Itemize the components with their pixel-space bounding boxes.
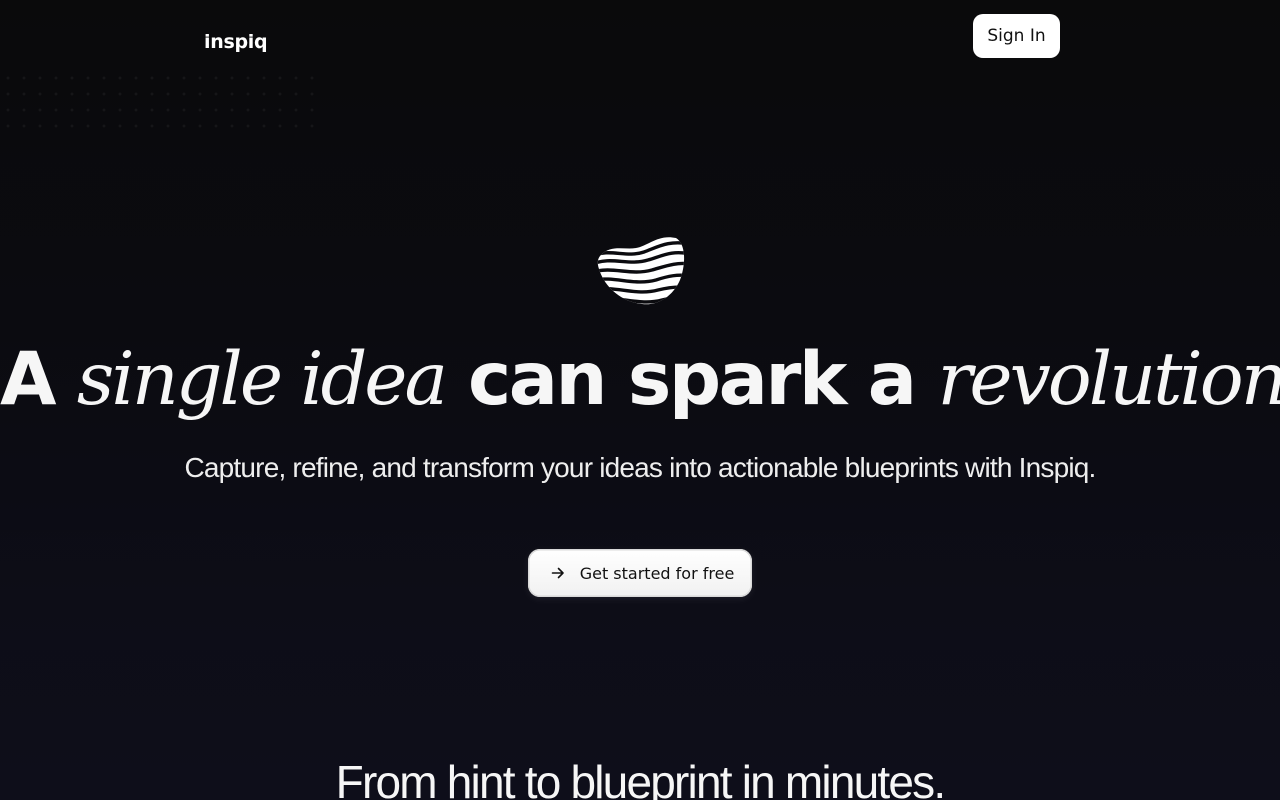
wave-sphere-icon	[597, 237, 685, 305]
get-started-button[interactable]: Get started for free	[528, 549, 752, 597]
hero-subtitle: Capture, refine, and transform your idea…	[184, 452, 1096, 483]
get-started-label: Get started for free	[579, 563, 735, 583]
landing-page: inspiq Sign In A single idea can spark a…	[0, 0, 1280, 800]
dot-pattern-decoration	[0, 70, 320, 130]
hero-headline: A single idea can spark a revolution.	[0, 332, 1280, 428]
headline-emphasis-revolution: revolution.	[937, 337, 1280, 422]
arrow-right-icon	[550, 565, 566, 581]
sign-in-button[interactable]: Sign In	[973, 14, 1060, 58]
headline-emphasis-single-idea: single idea	[76, 337, 448, 422]
brand-logo-link[interactable]: inspiq	[204, 31, 268, 53]
headline-part-1: A	[0, 337, 77, 422]
section-title: From hint to blueprint in minutes.	[335, 756, 946, 800]
headline-part-3: can spark a	[445, 337, 938, 422]
